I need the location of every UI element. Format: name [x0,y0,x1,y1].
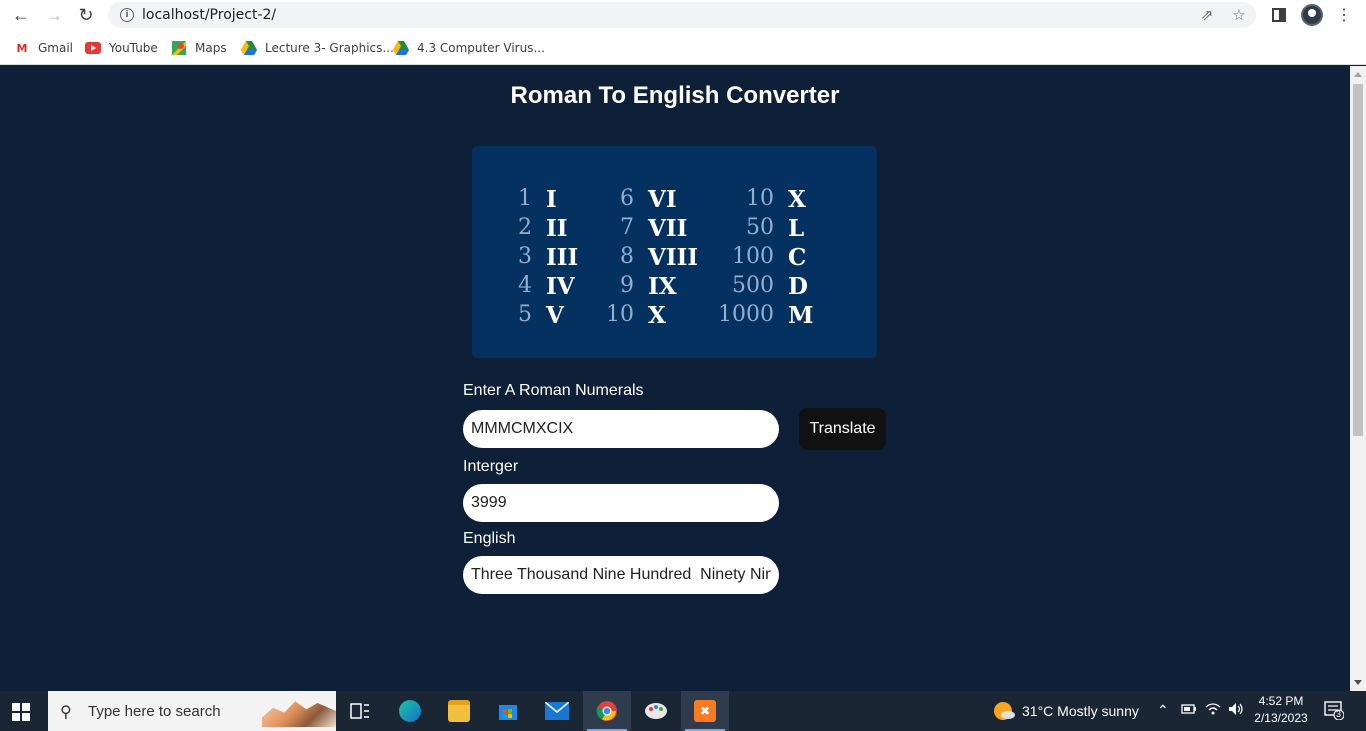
ref-roman: VI [648,186,677,213]
paint-icon[interactable] [632,691,680,731]
ref-number: 5 [518,302,532,327]
browser-toolbar: ← → ↻ i localhost/Project-2/ ⇗ ☆ ⋮ [0,0,1366,31]
page-content: Roman To English Converter 1 I 2 II 3 II… [0,66,1350,691]
ref-roman: L [788,215,805,242]
windows-start-icon[interactable] [12,703,30,721]
ref-number: 6 [620,186,634,211]
ref-number: 2 [518,215,532,240]
back-arrow-icon[interactable]: ← [9,4,33,26]
bookmark-gmail[interactable]: M Gmail [14,38,74,58]
file-explorer-icon[interactable] [435,691,483,731]
translate-button[interactable]: Translate [799,408,886,450]
ref-roman: II [546,215,568,242]
roman-input[interactable] [463,410,779,448]
ref-roman: VII [648,215,688,242]
taskbar-clock[interactable]: 4:52 PM 2/13/2023 [1250,694,1312,725]
share-icon[interactable]: ⇗ [1198,6,1216,24]
chevron-up-icon[interactable]: ⌃ [1157,702,1169,719]
profile-avatar[interactable] [1301,4,1323,26]
drive-icon [241,40,257,56]
integer-label: Interger [463,458,519,475]
roman-reference-table: 1 I 2 II 3 III 4 IV 5 V 6 VI 7 VII 8 VII… [472,146,877,358]
integer-output[interactable] [463,484,779,522]
ref-number: 7 [620,215,634,240]
search-highlight-art [262,701,336,727]
bookmarks-bar: M Gmail YouTube Maps Lecture 3- Graphics… [0,31,1366,65]
ref-number: 1000 [718,302,774,327]
youtube-icon [85,40,101,56]
battery-icon[interactable] [1181,702,1197,718]
page-scrollbar[interactable] [1350,66,1366,691]
notification-count: 3 [1336,709,1342,719]
forward-arrow-icon[interactable]: → [42,4,66,26]
bookmark-maps[interactable]: Maps [171,38,227,58]
address-bar[interactable]: i localhost/Project-2/ ⇗ ☆ [108,2,1256,28]
ref-roman: D [788,273,808,300]
ref-roman: M [788,302,814,329]
notification-center-icon[interactable]: 3 [1324,700,1345,723]
task-view-icon[interactable] [336,691,384,731]
mail-icon[interactable] [533,691,581,731]
ref-roman: I [546,186,557,213]
ref-roman: C [788,244,807,271]
weather-text[interactable]: 31°C Mostly sunny [1022,703,1139,719]
taskbar-search[interactable]: ⚲ Type here to search [48,691,336,731]
bookmark-star-icon[interactable]: ☆ [1230,6,1248,24]
ref-roman: X [648,302,666,329]
edge-icon[interactable] [386,691,434,731]
reload-icon[interactable]: ↻ [74,4,98,26]
bookmark-lecture-3[interactable]: Lecture 3- Graphics... [241,38,394,58]
scroll-thumb[interactable] [1353,84,1363,436]
side-panel-icon[interactable] [1268,4,1290,26]
chrome-icon[interactable] [583,691,631,731]
menu-kebab-icon[interactable]: ⋮ [1333,4,1355,26]
search-icon: ⚲ [60,704,72,721]
ref-number: 500 [732,273,774,298]
ref-number: 1 [518,186,532,211]
ref-number: 100 [732,244,774,269]
ref-roman: V [546,302,564,329]
ref-roman: IV [546,273,575,300]
xampp-icon[interactable]: ✖ [681,691,729,731]
taskbar-search-placeholder: Type here to search [88,703,221,720]
ref-roman: VIII [648,244,699,271]
scroll-down-icon[interactable] [1354,680,1362,685]
english-output[interactable] [463,556,779,594]
ref-number: 10 [606,302,634,327]
roman-input-label: Enter A Roman Numerals [463,382,644,399]
ref-number: 50 [746,215,774,240]
maps-icon [171,40,187,56]
wifi-icon[interactable] [1205,702,1221,719]
bookmark-youtube[interactable]: YouTube [85,38,158,58]
ref-number: 3 [518,244,532,269]
clock-date: 2/13/2023 [1254,711,1308,725]
ref-number: 9 [620,273,634,298]
clock-time: 4:52 PM [1258,694,1304,708]
scroll-up-icon[interactable] [1354,72,1362,77]
site-info-icon[interactable]: i [120,8,134,22]
volume-icon[interactable] [1228,702,1244,719]
ref-roman: IX [648,273,677,300]
ref-number: 10 [746,186,774,211]
url-text[interactable]: localhost/Project-2/ [142,7,276,23]
bookmark-computer-virus[interactable]: 4.3 Computer Virus... [393,38,545,58]
ref-number: 4 [518,273,532,298]
english-label: English [463,530,516,547]
microsoft-store-icon[interactable] [484,691,532,731]
windows-taskbar: ⚲ Type here to search ✖ 31°C Mostly sunn… [0,691,1366,731]
page-title: Roman To English Converter [510,82,840,109]
weather-sun-icon[interactable] [992,699,1016,726]
ref-roman: III [546,244,579,271]
ref-number: 8 [620,244,634,269]
drive-icon [393,40,409,56]
gmail-icon: M [16,41,28,55]
ref-roman: X [788,186,806,213]
